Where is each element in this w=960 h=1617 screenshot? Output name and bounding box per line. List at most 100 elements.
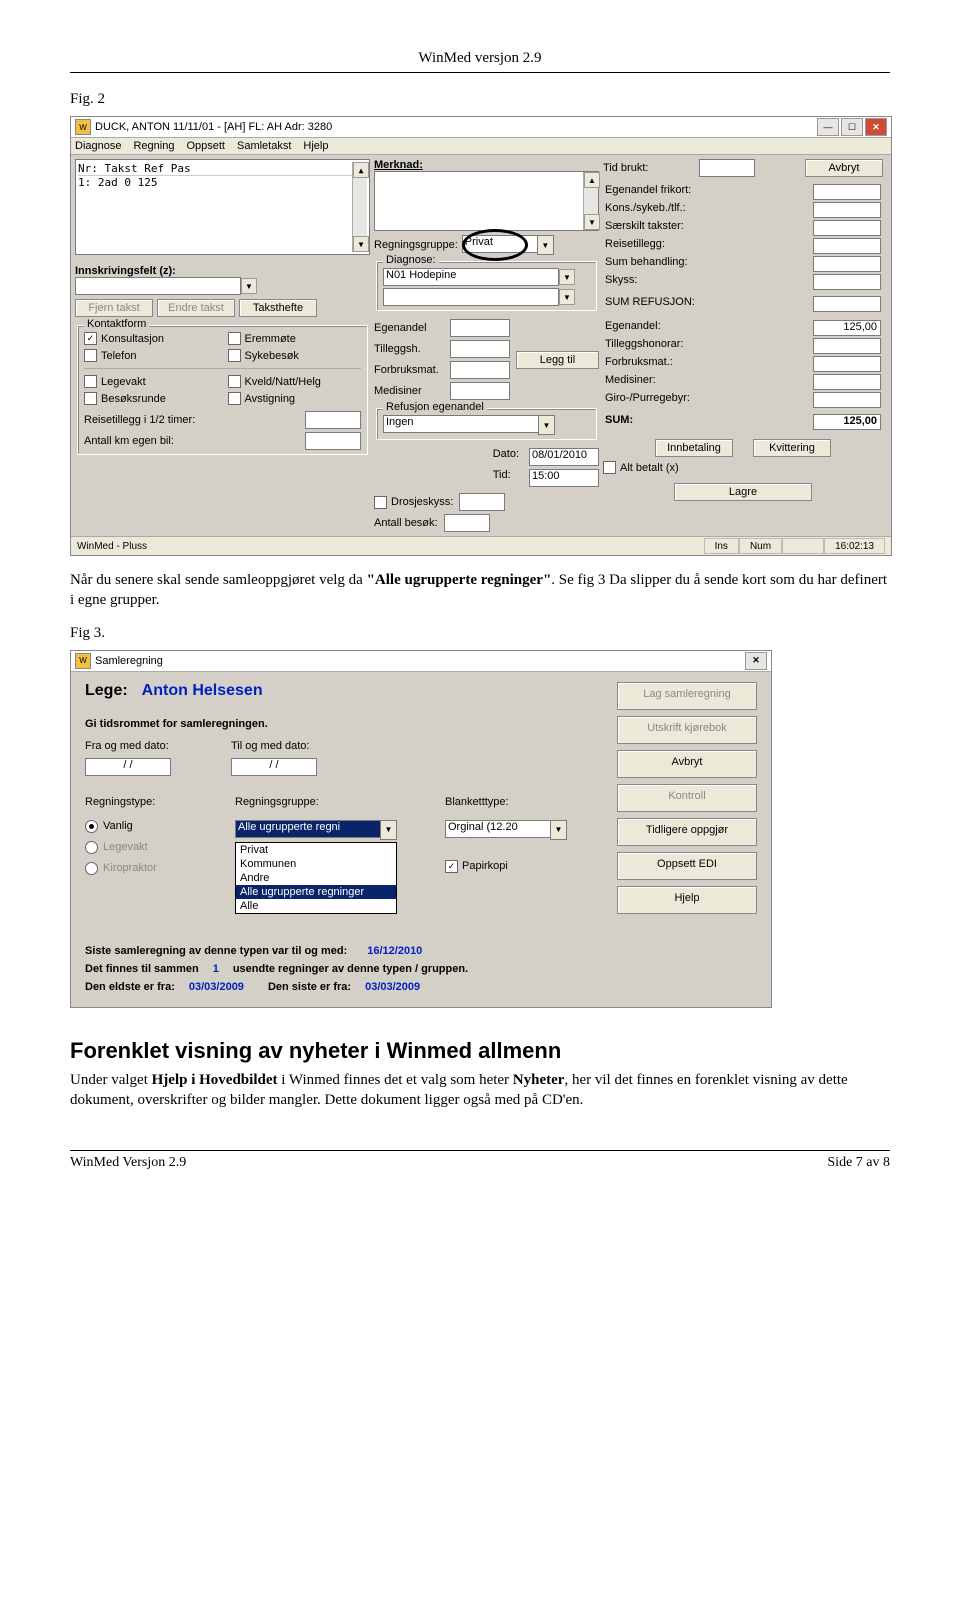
lag-samleregning-button[interactable]: Lag samleregning — [617, 682, 757, 710]
close-button[interactable]: ✕ — [745, 652, 767, 670]
radio-legevakt[interactable]: Legevakt — [85, 841, 195, 854]
innbetaling-button[interactable]: Innbetaling — [655, 439, 733, 457]
val-reisetillegg — [813, 238, 881, 254]
val-egenandel-frikort — [813, 184, 881, 200]
tid-brukt-input[interactable] — [699, 159, 755, 177]
dd-item-kommunen[interactable]: Kommunen — [236, 857, 396, 871]
val-sum: 125,00 — [813, 414, 881, 430]
medisiner-label: Medisiner — [374, 385, 444, 397]
tilleggsh-input[interactable] — [450, 340, 510, 358]
regningsgruppe-select[interactable]: Privat ▼ — [462, 235, 554, 255]
avbryt-button[interactable]: Avbryt — [805, 159, 883, 177]
drosjeskyss-input[interactable] — [459, 493, 505, 511]
chk-fremmote[interactable]: Eremmøte — [228, 332, 362, 345]
val-egenandel2: 125,00 — [813, 320, 881, 336]
window-titlebar: W DUCK, ANTON 11/11/01 - [AH] FL: AH Adr… — [71, 117, 891, 138]
diagnose-input-2[interactable] — [383, 288, 559, 306]
innskriv-input[interactable] — [75, 277, 241, 295]
maximize-button[interactable]: ☐ — [841, 118, 863, 136]
close-button[interactable]: ✕ — [865, 118, 887, 136]
fra-dato-input[interactable]: / / — [85, 758, 171, 776]
lbl-sumbeh: Sum behandling: — [605, 256, 688, 272]
forbruksmat-input[interactable] — [450, 361, 510, 379]
regningsgruppe-label: Regningsgruppe: — [374, 239, 458, 251]
regningsgruppe-select[interactable]: Alle ugrupperte regni ▼ — [235, 820, 397, 840]
innskriv-dropdown-icon[interactable]: ▼ — [241, 278, 257, 294]
takst-list[interactable]: Nr: Takst Ref Pas 1: 2ad 0 125 ▲ ▼ — [75, 159, 370, 255]
scroll-up-icon[interactable]: ▲ — [584, 172, 600, 188]
lagre-button[interactable]: Lagre — [674, 483, 812, 501]
chk-telefon[interactable]: Telefon — [84, 349, 218, 362]
medisiner-input[interactable] — [450, 382, 510, 400]
legg-til-button[interactable]: Legg til — [516, 351, 599, 369]
val-skyss — [813, 274, 881, 290]
scroll-up-icon[interactable]: ▲ — [353, 162, 369, 178]
fjern-takst-button[interactable]: Fjern takst — [75, 299, 153, 317]
chk-legevakt[interactable]: Legevakt — [84, 375, 218, 388]
regningsgruppe-dropdown-list[interactable]: Privat Kommunen Andre Alle ugrupperte re… — [235, 842, 397, 914]
hjelp-button[interactable]: Hjelp — [617, 886, 757, 914]
fig2-caption: Fig. 2 — [70, 91, 890, 108]
window-title: DUCK, ANTON 11/11/01 - [AH] FL: AH Adr: … — [95, 121, 332, 133]
menu-regning[interactable]: Regning — [133, 140, 174, 152]
utskrift-kjorebok-button[interactable]: Utskrift kjørebok — [617, 716, 757, 744]
siste-samleregning-dato: 16/12/2010 — [367, 945, 422, 957]
lbl-saerskilt: Særskilt takster: — [605, 220, 684, 236]
eldste-dato: 03/03/2009 — [189, 981, 244, 993]
refusjon-select[interactable]: Ingen ▼ — [383, 415, 555, 435]
list-scrollbar[interactable]: ▲ ▼ — [352, 162, 367, 252]
minimize-button[interactable]: — — [817, 118, 839, 136]
chk-avstigning[interactable]: Avstigning — [228, 392, 362, 405]
lbl-forbruksmat: Forbruksmat.: — [605, 356, 673, 372]
tid-input[interactable]: 15:00 — [529, 469, 599, 487]
chk-besoksrunde[interactable]: Besøksrunde — [84, 392, 218, 405]
chk-sykebesok[interactable]: Sykebesøk — [228, 349, 362, 362]
usendte-count: 1 — [213, 963, 219, 975]
egenandel-input[interactable] — [450, 319, 510, 337]
merknad-textarea[interactable]: ▲ ▼ — [374, 171, 599, 231]
chk-konsultasjon[interactable]: ✓Konsultasjon — [84, 332, 218, 345]
til-dato-input[interactable]: / / — [231, 758, 317, 776]
window-title: Samleregning — [95, 655, 163, 667]
regningsgruppe-label: Regningsgruppe: — [235, 796, 405, 808]
chk-drosjeskyss[interactable]: Drosjeskyss: — [374, 496, 453, 509]
lbl-sum: SUM: — [605, 414, 633, 430]
chk-kveld[interactable]: Kveld/Natt/Helg — [228, 375, 362, 388]
scroll-down-icon[interactable]: ▼ — [584, 214, 600, 230]
status-blank — [782, 538, 824, 554]
lbl-giro: Giro-/Purregebyr: — [605, 392, 690, 408]
avbryt-button[interactable]: Avbryt — [617, 750, 757, 778]
section-heading: Forenklet visning av nyheter i Winmed al… — [70, 1038, 890, 1064]
endre-takst-button[interactable]: Endre takst — [157, 299, 235, 317]
reisetillegg-input[interactable] — [305, 411, 361, 429]
menu-samletakst[interactable]: Samletakst — [237, 140, 291, 152]
kvittering-button[interactable]: Kvittering — [753, 439, 831, 457]
blanketttype-select[interactable]: Orginal (12.20 ▼ — [445, 820, 567, 840]
til-dato-label: Til og med dato: — [231, 740, 317, 752]
chk-papirkopi[interactable]: ✓Papirkopi — [445, 860, 508, 873]
siste-samleregning-label: Siste samleregning av denne typen var ti… — [85, 945, 347, 957]
dd-item-privat[interactable]: Privat — [236, 843, 396, 857]
chevron-down-icon[interactable]: ▼ — [559, 289, 575, 305]
menu-oppsett[interactable]: Oppsett — [186, 140, 225, 152]
chk-alt-betalt[interactable]: Alt betalt (x) — [603, 461, 679, 474]
antall-besok-input[interactable] — [444, 514, 490, 532]
dato-input[interactable]: 08/01/2010 — [529, 448, 599, 466]
diagnose-input[interactable]: N01 Hodepine — [383, 268, 559, 286]
dd-item-ugrupperte[interactable]: Alle ugrupperte regninger — [236, 885, 396, 899]
scroll-down-icon[interactable]: ▼ — [353, 236, 369, 252]
dd-item-alle[interactable]: Alle — [236, 899, 396, 913]
radio-kiropraktor[interactable]: Kiropraktor — [85, 862, 195, 875]
menu-diagnose[interactable]: Diagnose — [75, 140, 121, 152]
footer-right: Side 7 av 8 — [827, 1155, 890, 1171]
takst-list-row[interactable]: 1: 2ad 0 125 — [78, 176, 352, 189]
radio-vanlig[interactable]: Vanlig — [85, 820, 195, 833]
chevron-down-icon[interactable]: ▼ — [559, 269, 575, 285]
taksthefte-button[interactable]: Taksthefte — [239, 299, 317, 317]
dd-item-andre[interactable]: Andre — [236, 871, 396, 885]
regningstype-label: Regningstype: — [85, 796, 195, 808]
val-sumbeh — [813, 256, 881, 272]
menu-hjelp[interactable]: Hjelp — [303, 140, 328, 152]
antall-km-input[interactable] — [305, 432, 361, 450]
antall-km-label: Antall km egen bil: — [84, 435, 174, 447]
